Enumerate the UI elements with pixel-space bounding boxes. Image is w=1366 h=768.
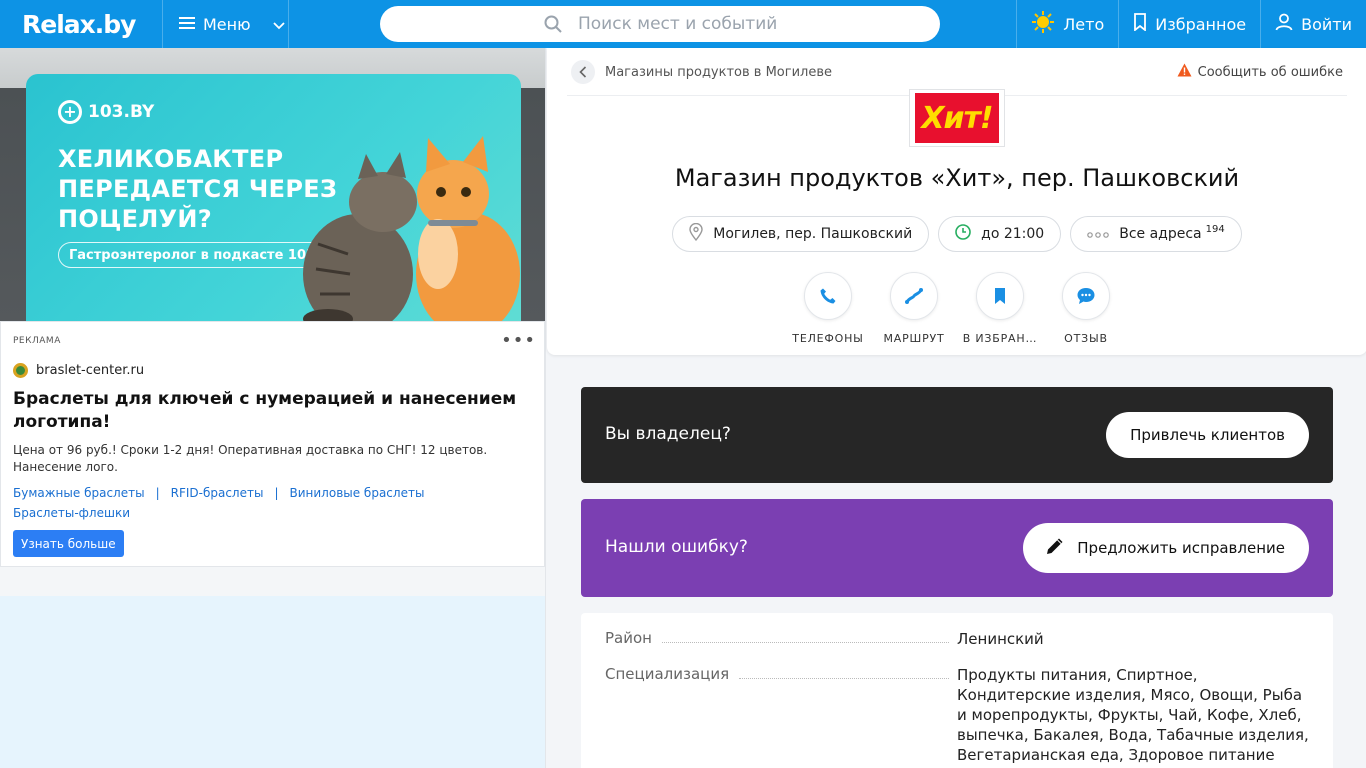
link-separator: | [155,486,160,500]
more-options-icon[interactable]: ••• [501,330,536,351]
review-label: ОТЗЫВ [1064,332,1108,345]
page-title: Магазин продуктов «Хит», пер. Пашковский [674,164,1240,192]
attract-clients-button[interactable]: Привлечь клиентов [1106,412,1309,458]
hours-chip[interactable]: до 21:00 [938,216,1062,252]
bookmark-icon[interactable] [976,272,1024,320]
banner-brand: + 103.BY [58,100,154,124]
all-addresses-chip[interactable]: Все адреса 194 [1070,216,1242,252]
report-error-label: Сообщить об ошибке [1197,64,1343,80]
banner-area: + 103.BY ХЕЛИКОБАКТЕР ПЕРЕДАЕТСЯ ЧЕРЕЗ П… [0,48,545,321]
plus-icon: + [58,100,82,124]
specialization-key-cell: Специализация [605,665,957,765]
ad-link[interactable]: Виниловые браслеты [290,486,425,500]
route-action[interactable]: МАРШРУТ [883,272,944,345]
ad-domain[interactable]: braslet-center.ru [13,363,144,378]
header-right-nav: Лето Избранное Войти [1016,0,1366,48]
favorite-action[interactable]: В ИЗБРАН… [963,272,1036,345]
link-separator: | [274,486,279,500]
suggest-fix-block: Нашли ошибку? Предложить исправление [581,499,1333,597]
comment-icon[interactable] [1062,272,1110,320]
route-icon[interactable] [890,272,938,320]
review-action[interactable]: ОТЗЫВ [1062,272,1110,345]
district-row: Район Ленинский [605,629,1309,649]
phones-action[interactable]: ТЕЛЕФОНЫ [792,272,863,345]
breadcrumb-text[interactable]: Магазины продуктов в Могилеве [605,65,832,80]
favicon-icon [13,363,28,378]
dots-icon [1087,226,1110,242]
login-link[interactable]: Войти [1260,0,1366,48]
address-chip[interactable]: Могилев, пер. Пашковский [672,216,930,252]
action-buttons: ТЕЛЕФОНЫ МАРШРУТ В ИЗБРАН… ОТЗЫВ [547,272,1366,345]
banner-brand-text: 103.BY [88,102,155,122]
favorites-label: Избранное [1155,14,1247,34]
suggest-fix-button[interactable]: Предложить исправление [1023,523,1309,573]
ad-link[interactable]: Браслеты-флешки [13,506,130,520]
map-pin-icon [689,222,703,245]
clock-icon [955,224,971,244]
phone-icon[interactable] [804,272,852,320]
ad-link[interactable]: Бумажные браслеты [13,486,145,500]
phones-label: ТЕЛЕФОНЫ [792,332,864,345]
specialization-value: Продукты питания, Спиртное, Кондитерские… [957,666,1309,764]
ad-link[interactable]: RFID-браслеты [171,486,264,500]
details-card: Район Ленинский Специализация Продукты п… [581,613,1333,768]
suggest-fix-label: Предложить исправление [1077,539,1285,557]
specialization-row: Специализация Продукты питания, Спиртное… [605,665,1309,765]
address-text: Могилев, пер. Пашковский [713,226,913,242]
season-switch[interactable]: Лето [1016,0,1118,48]
specialization-key: Специализация [605,665,730,683]
favorite-label: В ИЗБРАН… [962,332,1038,345]
learn-more-button[interactable]: Узнать больше [13,530,124,557]
back-arrow-icon[interactable] [571,60,595,84]
user-icon [1275,13,1293,35]
ad-description: Цена от 96 руб.! Сроки 1-2 дня! Оператив… [13,443,488,474]
ad-domain-text: braslet-center.ru [36,363,145,378]
breadcrumb[interactable]: Магазины продуктов в Могилеве [571,60,832,84]
ad-label: РЕКЛАМА [13,336,61,346]
all-addresses-count: 194 [1205,223,1225,235]
left-column: + 103.BY ХЕЛИКОБАКТЕР ПЕРЕДАЕТСЯ ЧЕРЕЗ П… [0,48,545,768]
ad-title[interactable]: Браслеты для ключей с нумерацией и нанес… [13,388,533,434]
place-card: Магазины продуктов в Могилеве Сообщить о… [547,48,1366,355]
ad-links: Бумажные браслеты | RFID-браслеты | Виниловы… [13,483,533,523]
season-label: Лето [1063,14,1105,34]
cats-illustration [303,136,520,321]
brand-logo: Хит! [909,89,1005,147]
search-input[interactable] [578,14,878,34]
district-key: Район [605,629,652,647]
pencil-icon [1045,536,1065,560]
search-box[interactable] [380,6,940,42]
district-key-cell: Район [605,629,957,649]
chevron-down-icon [272,15,285,34]
sun-icon [1031,10,1055,38]
brand-logo-mark: Хит! [915,93,999,143]
bookmark-icon [1133,13,1147,35]
leader-dots [739,665,949,679]
warning-icon [1177,63,1192,81]
leader-dots [661,629,949,643]
ad-card: РЕКЛАМА ••• braslet-center.ru Браслеты д… [0,321,545,567]
login-label: Войти [1301,14,1352,34]
all-addresses-text: Все адреса [1119,226,1202,242]
owner-text: Вы владелец? [605,424,731,444]
site-logo[interactable]: Relax.by [0,0,163,48]
favorites-link[interactable]: Избранное [1118,0,1260,48]
top-header: Relax.by Меню Лето [0,0,1366,48]
menu-button[interactable]: Меню [163,0,289,48]
place-chips: Могилев, пер. Пашковский до 21:00 Все ад… [547,216,1366,252]
right-column: Магазины продуктов в Могилеве Сообщить о… [545,48,1366,768]
hamburger-icon [179,15,195,34]
district-value: Ленинский [957,630,1044,648]
suggest-fix-text: Нашли ошибку? [605,537,748,557]
report-error-link[interactable]: Сообщить об ошибке [1177,63,1343,81]
ad-spacer [0,567,545,596]
route-label: МАРШРУТ [883,332,945,345]
menu-label: Меню [203,14,251,34]
search-icon [544,15,562,37]
promo-banner[interactable]: + 103.BY ХЕЛИКОБАКТЕР ПЕРЕДАЕТСЯ ЧЕРЕЗ П… [26,74,521,321]
hours-text: до 21:00 [981,226,1045,242]
owner-block: Вы владелец? Привлечь клиентов [581,387,1333,483]
